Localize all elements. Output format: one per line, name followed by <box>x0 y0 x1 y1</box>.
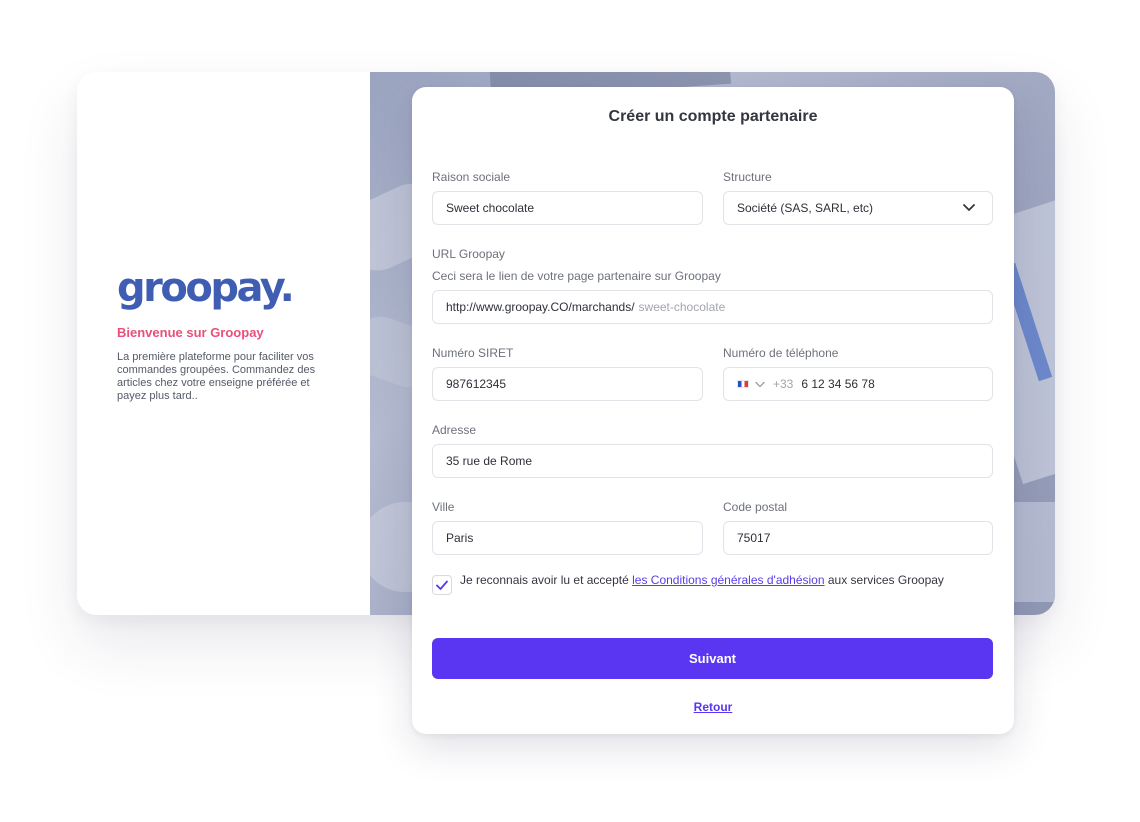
ville-input[interactable]: Paris <box>432 521 703 555</box>
chevron-down-icon <box>963 204 975 211</box>
back-row: Retour <box>412 700 1014 714</box>
back-link[interactable]: Retour <box>694 700 733 714</box>
structure-value: Société (SAS, SARL, etc) <box>737 201 874 215</box>
phone-label: Numéro de téléphone <box>723 346 839 360</box>
adresse-value: 35 rue de Rome <box>446 454 533 468</box>
adresse-input[interactable]: 35 rue de Rome <box>432 444 993 478</box>
terms-before: Je reconnais avoir lu et accepté <box>460 573 633 587</box>
siret-label: Numéro SIRET <box>432 346 514 360</box>
url-input[interactable]: http://www.groopay.CO/marchands/ sweet-c… <box>432 290 993 324</box>
modal-title: Créer un compte partenaire <box>608 108 818 125</box>
ville-value: Paris <box>446 531 474 545</box>
terms-text: Je reconnais avoir lu et accepté les Con… <box>460 572 970 588</box>
structure-select[interactable]: Société (SAS, SARL, etc) <box>723 191 993 225</box>
next-button[interactable]: Suivant <box>432 638 993 679</box>
ville-label: Ville <box>432 500 455 514</box>
groopay-logo: groopay. <box>117 265 295 311</box>
phone-value: 6 12 34 56 78 <box>801 377 875 391</box>
code-postal-value: 75017 <box>737 531 771 545</box>
adresse-label: Adresse <box>432 423 477 437</box>
url-hint: Ceci sera le lien de votre page partenai… <box>432 269 721 283</box>
country-code: +33 <box>773 377 794 391</box>
url-label: URL Groopay <box>432 247 505 261</box>
siret-input[interactable]: 987612345 <box>432 367 703 401</box>
url-slug: sweet-chocolate <box>638 300 726 314</box>
signup-modal: Créer un compte partenaire Raison social… <box>412 87 1014 734</box>
raison-sociale-input[interactable]: Sweet chocolate <box>432 191 703 225</box>
terms-link[interactable]: les Conditions générales d'adhésion <box>632 573 824 587</box>
intro-text: La première plateforme pour faciliter vo… <box>117 351 316 402</box>
structure-label: Structure <box>723 170 772 184</box>
terms-checkbox[interactable] <box>432 575 452 595</box>
brand-panel: groopay. Bienvenue sur Groopay La premiè… <box>77 72 370 615</box>
code-postal-input[interactable]: 75017 <box>723 521 993 555</box>
terms-after: aux services Groopay <box>824 573 944 587</box>
siret-value: 987612345 <box>446 377 507 391</box>
url-prefix: http://www.groopay.CO/marchands/ <box>446 300 635 314</box>
chevron-down-icon[interactable] <box>755 381 765 388</box>
france-flag-icon[interactable] <box>737 380 749 388</box>
raison-sociale-label: Raison sociale <box>432 170 511 184</box>
welcome-heading: Bienvenue sur Groopay <box>117 325 264 340</box>
phone-input[interactable]: +33 6 12 34 56 78 <box>723 367 993 401</box>
code-postal-label: Code postal <box>723 500 788 514</box>
raison-sociale-value: Sweet chocolate <box>446 201 535 215</box>
check-icon <box>436 580 448 590</box>
page: groopay. Bienvenue sur Groopay La premiè… <box>0 0 1140 822</box>
